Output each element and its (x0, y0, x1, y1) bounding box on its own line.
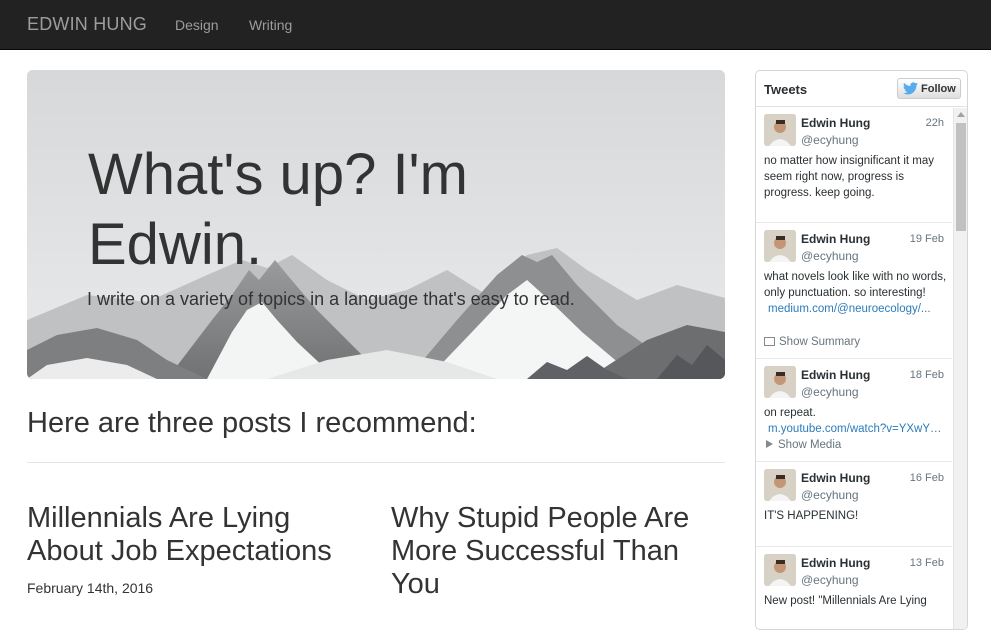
tweet-link[interactable]: medium.com/@neuroecology/... (764, 301, 944, 317)
follow-label: Follow (921, 83, 956, 95)
tweet-item[interactable]: Edwin Hung @ecyhung 19 Feb what novels l… (756, 224, 952, 359)
tweet-text: New post! "Millennials Are Lying (764, 595, 927, 607)
profile-photo-icon (764, 230, 796, 262)
tweet-text: IT'S HAPPENING! (764, 510, 859, 522)
hero-banner: What's up? I'm Edwin. I write on a varie… (27, 70, 725, 379)
show-media-button[interactable]: Show Media (764, 439, 841, 451)
hero-title: What's up? I'm Edwin. (88, 142, 468, 277)
post-title-link[interactable]: Millennials Are Lying About Job Expectat… (27, 502, 367, 568)
post-date: February 14th, 2016 (27, 580, 154, 596)
hero-subtitle: I write on a variety of topics in a lang… (87, 289, 575, 309)
tweet-time[interactable]: 18 Feb (910, 369, 944, 381)
tweet-author-name[interactable]: Edwin Hung (801, 368, 870, 382)
avatar[interactable] (764, 366, 796, 398)
tweet-text: what novels look like with no words, onl… (764, 269, 948, 317)
avatar[interactable] (764, 114, 796, 146)
scroll-up-arrow-icon[interactable] (957, 112, 965, 117)
navbar: EDWIN HUNG Design Writing (0, 0, 991, 50)
follow-button[interactable]: Follow (897, 78, 961, 99)
brand-link[interactable]: EDWIN HUNG (27, 14, 147, 35)
show-summary-label: Show Summary (779, 336, 861, 348)
tweet-link[interactable]: m.youtube.com/watch?v=YXwYJy... (764, 421, 944, 437)
tweet-item[interactable]: Edwin Hung @ecyhung 18 Feb on repeat. m.… (756, 360, 952, 462)
profile-photo-icon (764, 114, 796, 146)
tweet-text: no matter how insignificant it may seem … (764, 155, 935, 199)
tweet-author-name[interactable]: Edwin Hung (801, 556, 870, 570)
post-title-link[interactable]: Why Stupid People Are More Successful Th… (391, 502, 721, 601)
recommend-heading: Here are three posts I recommend: (27, 407, 477, 439)
tweet-time[interactable]: 22h (926, 117, 944, 129)
section-divider (27, 462, 725, 463)
tweet-author-name[interactable]: Edwin Hung (801, 471, 870, 485)
tweet-author-handle[interactable]: @ecyhung (801, 573, 859, 587)
profile-photo-icon (764, 366, 796, 398)
tweet-text-content: what novels look like with no words, onl… (764, 271, 947, 299)
avatar[interactable] (764, 230, 796, 262)
tweet-author-handle[interactable]: @ecyhung (801, 133, 859, 147)
show-summary-button[interactable]: Show Summary (764, 336, 860, 348)
play-icon (766, 440, 773, 448)
summary-card-icon (764, 337, 775, 346)
tweets-widget: Tweets Follow Edwin Hung @ecyhung 22h no… (755, 70, 968, 630)
avatar[interactable] (764, 554, 796, 586)
scroll-thumb[interactable] (956, 123, 966, 231)
tweet-item[interactable]: Edwin Hung @ecyhung 16 Feb IT'S HAPPENIN… (756, 463, 952, 547)
profile-photo-icon (764, 469, 796, 501)
tweet-text-content: on repeat. (764, 407, 816, 419)
nav-link-design[interactable]: Design (175, 17, 219, 33)
profile-photo-icon (764, 554, 796, 586)
twitter-bird-icon (903, 82, 918, 95)
tweet-text: on repeat. m.youtube.com/watch?v=YXwYJy.… (764, 405, 948, 437)
tweet-time[interactable]: 13 Feb (910, 557, 944, 569)
show-media-label: Show Media (778, 439, 842, 451)
tweet-author-handle[interactable]: @ecyhung (801, 488, 859, 502)
tweet-author-handle[interactable]: @ecyhung (801, 385, 859, 399)
tweet-item[interactable]: Edwin Hung @ecyhung 13 Feb New post! "Mi… (756, 548, 952, 629)
tweets-title: Tweets (764, 82, 808, 97)
tweets-header: Tweets Follow (756, 71, 967, 107)
tweet-author-name[interactable]: Edwin Hung (801, 232, 870, 246)
avatar[interactable] (764, 469, 796, 501)
tweet-item[interactable]: Edwin Hung @ecyhung 22h no matter how in… (756, 108, 952, 223)
tweets-scrollbar[interactable] (953, 108, 967, 629)
tweet-author-name[interactable]: Edwin Hung (801, 116, 870, 130)
nav-link-writing[interactable]: Writing (249, 17, 292, 33)
tweet-time[interactable]: 19 Feb (910, 233, 944, 245)
tweet-time[interactable]: 16 Feb (910, 472, 944, 484)
tweet-author-handle[interactable]: @ecyhung (801, 249, 859, 263)
